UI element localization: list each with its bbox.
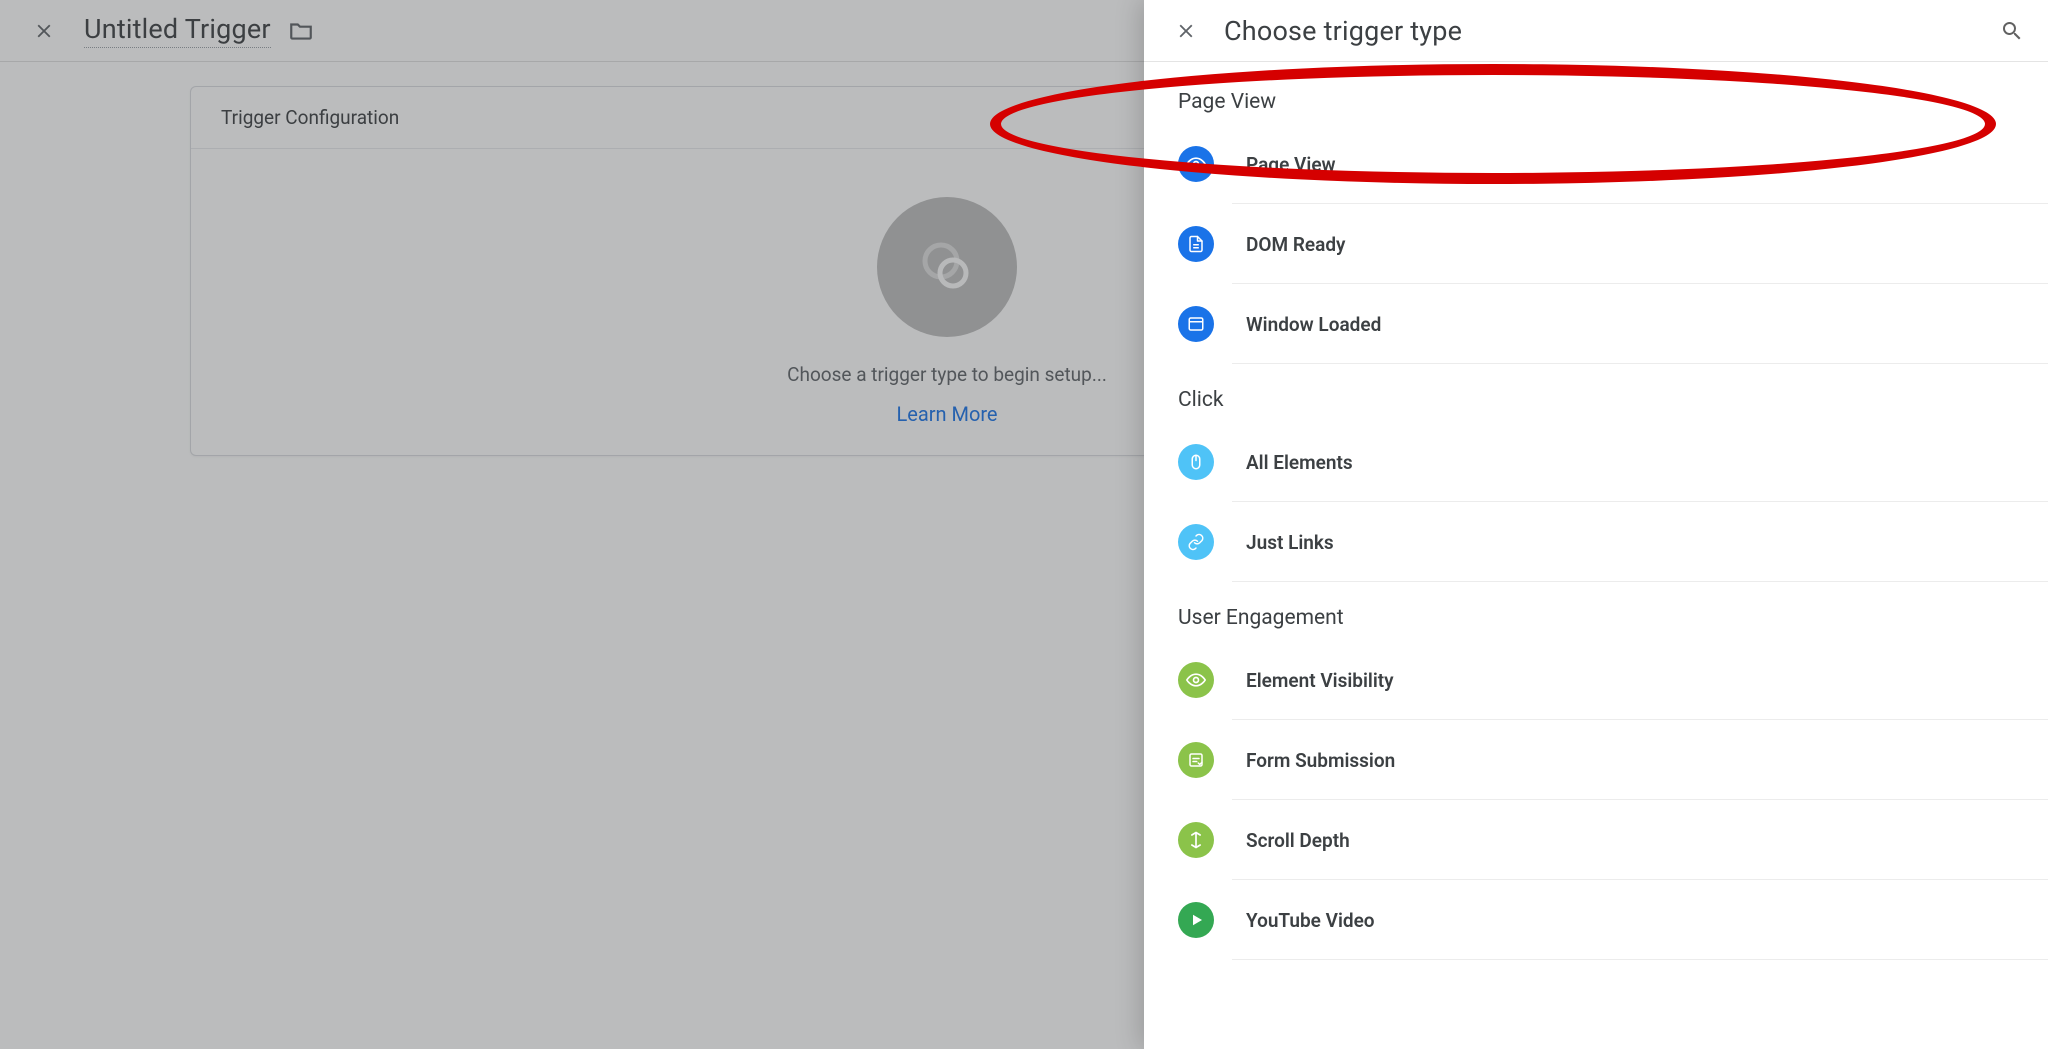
trigger-youtube-video[interactable]: YouTube Video bbox=[1144, 880, 2048, 960]
eye-icon bbox=[1178, 662, 1214, 698]
form-icon bbox=[1178, 742, 1214, 778]
drawer-title: Choose trigger type bbox=[1224, 15, 1462, 47]
drawer-search-button[interactable] bbox=[1988, 7, 2036, 55]
window-icon bbox=[1178, 306, 1214, 342]
trigger-label: Page View bbox=[1246, 153, 1336, 176]
link-icon bbox=[1178, 524, 1214, 560]
trigger-group: User Engagement Element Visibility Form Su… bbox=[1144, 598, 2048, 976]
trigger-label: YouTube Video bbox=[1246, 909, 1375, 932]
trigger-window-loaded[interactable]: Window Loaded bbox=[1144, 284, 2048, 364]
trigger-scroll-depth[interactable]: Scroll Depth bbox=[1144, 800, 2048, 880]
divider bbox=[1232, 959, 2048, 960]
trigger-label: Scroll Depth bbox=[1246, 829, 1350, 852]
mouse-icon bbox=[1178, 444, 1214, 480]
trigger-label: Just Links bbox=[1246, 531, 1334, 554]
trigger-label: All Elements bbox=[1246, 451, 1353, 474]
close-icon bbox=[1175, 20, 1197, 42]
eye-icon bbox=[1178, 146, 1214, 182]
group-title: Page View bbox=[1144, 82, 2048, 124]
trigger-dom-ready[interactable]: DOM Ready bbox=[1144, 204, 2048, 284]
trigger-label: DOM Ready bbox=[1246, 233, 1345, 256]
trigger-label: Window Loaded bbox=[1246, 313, 1381, 336]
doc-icon bbox=[1178, 226, 1214, 262]
divider bbox=[1232, 581, 2048, 582]
trigger-form-submission[interactable]: Form Submission bbox=[1144, 720, 2048, 800]
trigger-element-visibility[interactable]: Element Visibility bbox=[1144, 640, 2048, 720]
scroll-icon bbox=[1178, 822, 1214, 858]
drawer-body: Page View Page View DOM Ready Window Loaded… bbox=[1144, 62, 2048, 1049]
search-icon bbox=[2000, 19, 2024, 43]
group-title: Click bbox=[1144, 380, 2048, 422]
trigger-group: Click All Elements Just Links bbox=[1144, 380, 2048, 598]
trigger-pageview[interactable]: Page View bbox=[1144, 124, 2048, 204]
choose-trigger-drawer: Choose trigger type Page View Page View DO… bbox=[1144, 0, 2048, 1049]
drawer-header: Choose trigger type bbox=[1144, 0, 2048, 62]
divider bbox=[1232, 363, 2048, 364]
trigger-all-elements[interactable]: All Elements bbox=[1144, 422, 2048, 502]
trigger-group: Page View Page View DOM Ready Window Loaded bbox=[1144, 82, 2048, 380]
trigger-just-links[interactable]: Just Links bbox=[1144, 502, 2048, 582]
trigger-label: Element Visibility bbox=[1246, 669, 1394, 692]
play-icon bbox=[1178, 902, 1214, 938]
trigger-label: Form Submission bbox=[1246, 749, 1395, 772]
drawer-close-button[interactable] bbox=[1162, 7, 1210, 55]
group-title: User Engagement bbox=[1144, 598, 2048, 640]
